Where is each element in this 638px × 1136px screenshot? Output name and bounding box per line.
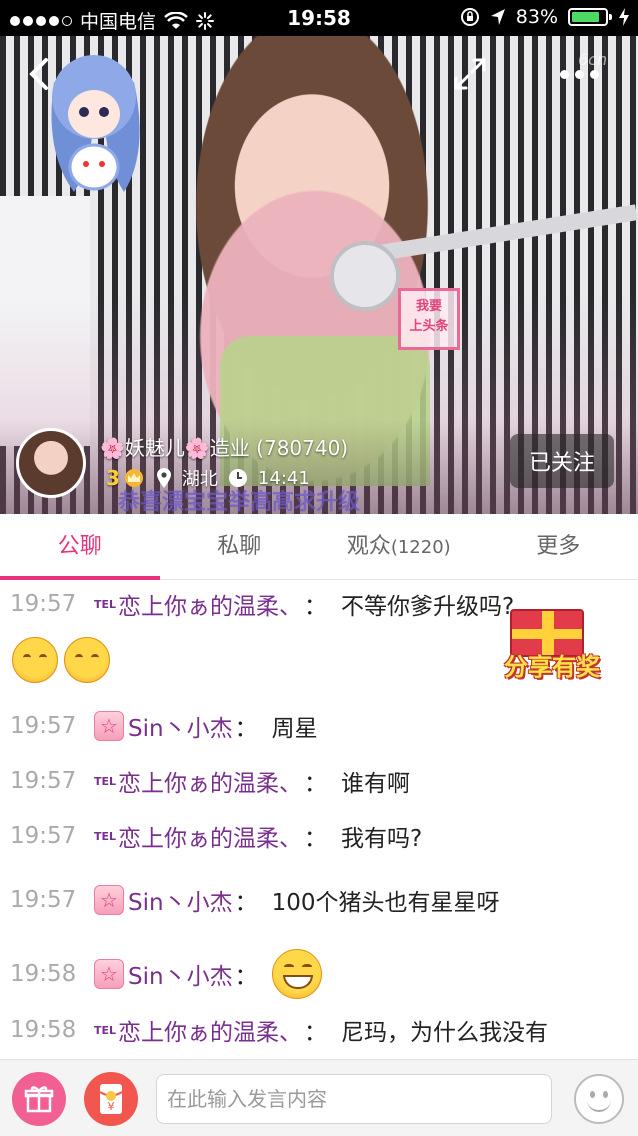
yuan-symbol: ¥ bbox=[108, 1100, 115, 1113]
chevron-left-icon bbox=[29, 58, 48, 90]
message-username[interactable]: 恋上你ぁ的温柔、 bbox=[118, 1013, 302, 1047]
message-username[interactable]: 恋上你ぁ的温柔、 bbox=[118, 587, 302, 621]
star-badge-icon: ☆ bbox=[94, 959, 124, 989]
message-time: 19:58 bbox=[10, 1017, 77, 1043]
expand-icon bbox=[454, 58, 486, 90]
tab-public-chat[interactable]: 公聊 bbox=[0, 514, 160, 580]
message-text: 尼玛，为什么我没有 bbox=[341, 1020, 549, 1046]
chat-list[interactable]: 19:57 TEL 恋上你ぁ的温柔、 ： 不等你爹升级吗? 分享有奖 19:57… bbox=[0, 581, 638, 1059]
red-envelope-icon: ¥ bbox=[99, 1084, 123, 1114]
chat-message: 19:58 TEL 恋上你ぁ的温柔、 ： 尼玛，为什么我没有 bbox=[10, 1013, 548, 1047]
tel-badge: TEL bbox=[94, 597, 117, 611]
message-colon: ： bbox=[234, 890, 258, 916]
host-avatar[interactable] bbox=[16, 428, 86, 498]
share-reward-banner[interactable]: 分享有奖 bbox=[488, 591, 616, 687]
message-username[interactable]: Sin丶小杰 bbox=[128, 883, 233, 917]
battery-percent: 83% bbox=[515, 6, 558, 28]
follow-button[interactable]: 已关注 bbox=[510, 434, 614, 488]
back-button[interactable] bbox=[20, 54, 60, 94]
message-username[interactable]: 恋上你ぁ的温柔、 bbox=[118, 764, 302, 798]
message-username[interactable]: Sin丶小杰 bbox=[128, 957, 233, 991]
sticker-line-2: 上头条 bbox=[409, 319, 449, 334]
blush-emoji-icon bbox=[12, 637, 58, 683]
chat-message: 19:58 ☆ Sin丶小杰 ： bbox=[10, 949, 322, 999]
red-envelope-button[interactable]: ¥ bbox=[84, 1072, 138, 1126]
fullscreen-button[interactable] bbox=[450, 54, 490, 94]
lock-rotation-icon bbox=[460, 8, 479, 26]
live-duration: 14:41 bbox=[257, 467, 310, 489]
message-time: 19:57 bbox=[10, 887, 77, 913]
chat-message: 19:57 ☆ Sin丶小杰 ： 周星 bbox=[10, 709, 318, 743]
tab-label: 观众 bbox=[346, 534, 391, 559]
emoji-message bbox=[12, 637, 110, 683]
host-meta: 3 湖北 14:41 bbox=[106, 465, 310, 491]
chat-message: 19:57 TEL 恋上你ぁ的温柔、 ： 我有吗? bbox=[10, 819, 422, 853]
location-arrow-icon bbox=[490, 9, 505, 25]
tab-label: 更多 bbox=[536, 534, 581, 559]
chat-message: 19:57 TEL 恋上你ぁ的温柔、 ： 谁有啊 bbox=[10, 764, 410, 798]
chat-message: 19:57 TEL 恋上你ぁ的温柔、 ： 不等你爹升级吗? bbox=[10, 587, 514, 621]
audience-count: (1220) bbox=[390, 537, 451, 558]
tel-badge: TEL bbox=[94, 1023, 117, 1037]
message-colon: ： bbox=[304, 594, 328, 620]
tab-audience[interactable]: 观众(1220) bbox=[319, 514, 479, 579]
tel-badge: TEL bbox=[94, 829, 117, 843]
status-bar-right: 83% bbox=[460, 6, 630, 28]
video-watermark: 6cn bbox=[578, 50, 608, 69]
crown-icon bbox=[124, 469, 143, 487]
star-badge-icon: ☆ bbox=[94, 711, 124, 741]
chat-message-input[interactable] bbox=[156, 1074, 552, 1124]
gift-icon bbox=[24, 1086, 54, 1113]
share-reward-label: 分享有奖 bbox=[504, 653, 600, 681]
message-time: 19:57 bbox=[10, 823, 77, 849]
charging-icon bbox=[619, 8, 629, 26]
emoji-picker-button[interactable] bbox=[574, 1074, 624, 1124]
clock-icon bbox=[228, 469, 247, 487]
headline-sticker[interactable]: 我要 上头条 bbox=[398, 288, 460, 350]
tab-label: 公聊 bbox=[57, 534, 102, 559]
chat-input-bar: ¥ bbox=[0, 1059, 638, 1136]
message-time: 19:57 bbox=[10, 713, 77, 739]
grin-emoji-icon bbox=[271, 949, 322, 999]
battery-icon bbox=[568, 8, 612, 26]
send-gift-button[interactable] bbox=[12, 1072, 66, 1126]
host-level-number: 3 bbox=[106, 466, 120, 490]
message-text: 周星 bbox=[271, 716, 318, 742]
message-colon: ： bbox=[304, 826, 328, 852]
message-colon: ： bbox=[234, 964, 258, 990]
host-location: 湖北 bbox=[181, 469, 218, 490]
tab-label: 私聊 bbox=[217, 534, 262, 559]
message-colon: ： bbox=[304, 1020, 328, 1046]
message-colon: ： bbox=[304, 771, 328, 797]
status-bar: 中国电信 19:58 83% bbox=[0, 0, 638, 36]
more-dots-icon bbox=[560, 69, 569, 79]
star-badge-icon: ☆ bbox=[94, 885, 124, 915]
message-username[interactable]: Sin丶小杰 bbox=[128, 709, 233, 743]
message-time: 19:57 bbox=[10, 768, 77, 794]
message-colon: ： bbox=[234, 716, 258, 742]
chat-tabs: 公聊 私聊 观众(1220) 更多 bbox=[0, 514, 638, 580]
message-text: 100个猪头也有星星呀 bbox=[271, 890, 500, 916]
message-text: 谁有啊 bbox=[341, 771, 411, 797]
message-time: 19:58 bbox=[10, 961, 77, 987]
host-level: 3 bbox=[106, 466, 146, 490]
tab-private-chat[interactable]: 私聊 bbox=[160, 514, 320, 579]
chat-message: 19:57 ☆ Sin丶小杰 ： 100个猪头也有星星呀 bbox=[10, 883, 499, 917]
host-name: 🌸妖魅儿🌸造业 (780740) bbox=[100, 436, 349, 460]
video-microphone bbox=[330, 241, 400, 311]
blush-emoji-icon bbox=[64, 637, 110, 683]
message-time: 19:57 bbox=[10, 591, 77, 617]
sticker-line-1: 我要 bbox=[415, 299, 442, 314]
tel-badge: TEL bbox=[94, 774, 117, 788]
message-text: 我有吗? bbox=[341, 826, 423, 852]
location-pin-icon bbox=[156, 468, 171, 488]
tab-more[interactable]: 更多 bbox=[479, 514, 638, 579]
message-username[interactable]: 恋上你ぁ的温柔、 bbox=[118, 819, 302, 853]
